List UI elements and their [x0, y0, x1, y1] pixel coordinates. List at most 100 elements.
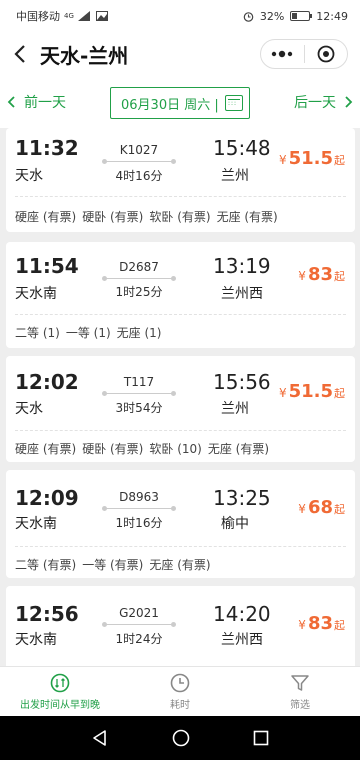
seat-availability: 二等 (有票) 一等 (有票) 无座 (有票)	[15, 556, 211, 573]
trip-duration: 1时24分	[115, 632, 163, 646]
seat-item: 无座 (1)	[116, 326, 162, 340]
tab-label: 耗时	[170, 699, 190, 711]
price-suffix: 起	[334, 270, 345, 283]
train-card[interactable]: 12:02 天水 T117 3时54分 15:56 兰州 ¥51.5 起 硬座 (…	[6, 356, 355, 462]
departure-station: 天水南	[15, 516, 57, 532]
alarm-icon	[243, 11, 254, 22]
price-value: 51.5	[288, 148, 333, 169]
departure-station: 天水	[15, 168, 43, 184]
tab-sort-departure[interactable]: 出发时间从早到晚	[0, 667, 120, 716]
price-suffix: 起	[334, 387, 345, 400]
arrival-time: 15:48	[213, 136, 271, 160]
tab-duration[interactable]: 耗时	[120, 667, 240, 716]
arrival-time: 14:20	[213, 602, 271, 626]
route-line	[102, 159, 176, 164]
train-number: D2687	[119, 260, 159, 274]
price-suffix: 起	[334, 503, 345, 516]
chevron-right-icon	[345, 96, 353, 108]
price: ¥51.5 起	[279, 381, 345, 402]
arrival-time: 15:56	[213, 370, 271, 394]
price-value: 51.5	[288, 381, 333, 402]
train-card[interactable]: 12:56 天水南 G2021 1时24分 14:20 兰州西 ¥83 起	[6, 586, 355, 666]
clock-icon	[170, 673, 190, 692]
card-divider	[15, 430, 346, 431]
price: ¥68 起	[298, 497, 345, 518]
seat-item: 一等 (有票)	[82, 558, 144, 572]
arrival-station: 兰州	[221, 168, 249, 184]
seat-item: 软卧 (10)	[149, 442, 202, 456]
arrival-time: 13:25	[213, 486, 271, 510]
train-number: G2021	[119, 606, 159, 620]
system-nav-bar	[0, 716, 360, 760]
price-value: 68	[307, 497, 333, 518]
carrier-text: 中国移动	[16, 10, 60, 23]
currency-symbol: ¥	[298, 618, 306, 632]
date-bar: 前一天 06月30日 周六 | ::: 后一天	[0, 76, 360, 128]
seat-availability: 硬座 (有票) 硬卧 (有票) 软卧 (有票) 无座 (有票)	[15, 208, 278, 225]
signal-icon	[77, 11, 90, 21]
departure-time: 11:32	[15, 136, 79, 160]
trip-duration: 4时16分	[115, 169, 163, 183]
filter-icon	[291, 674, 309, 691]
departure-time: 12:56	[15, 602, 79, 626]
train-list: 11:32 天水 K1027 4时16分 15:48 兰州 ¥51.5 起 硬座 …	[0, 128, 360, 666]
price-value: 83	[307, 613, 333, 634]
departure-station: 天水南	[15, 286, 57, 302]
departure-time: 12:09	[15, 486, 79, 510]
close-miniprogram-button[interactable]	[305, 40, 348, 68]
currency-symbol: ¥	[298, 269, 306, 283]
clock-sort-icon	[50, 673, 70, 692]
chevron-left-icon	[7, 96, 15, 108]
seat-item: 二等 (有票)	[15, 558, 77, 572]
target-close-icon	[317, 45, 335, 63]
miniprogram-capsule	[260, 39, 348, 69]
arrival-station: 榆中	[221, 516, 249, 532]
train-number: K1027	[119, 143, 159, 157]
departure-time: 12:02	[15, 370, 79, 394]
status-bar: 中国移动 4G 32% 12:49	[0, 0, 360, 32]
more-dots-icon	[272, 50, 293, 58]
image-notification-icon	[95, 11, 108, 21]
back-button[interactable]	[0, 32, 40, 76]
home-circle-icon[interactable]	[172, 729, 190, 747]
arrival-station: 兰州西	[221, 632, 263, 648]
price-suffix: 起	[334, 619, 345, 632]
departure-station: 天水	[15, 401, 43, 417]
price: ¥51.5 起	[279, 148, 345, 169]
battery-icon	[290, 11, 313, 21]
back-triangle-icon[interactable]	[91, 729, 109, 747]
currency-symbol: ¥	[278, 386, 287, 400]
prev-day-label: 前一天	[24, 95, 66, 111]
calendar-icon: :::	[225, 95, 243, 111]
train-number: D8963	[119, 490, 159, 504]
route-line	[102, 506, 176, 511]
date-label: 06月30日 周六 |	[121, 97, 219, 113]
prev-day-button[interactable]: 前一天	[6, 92, 66, 112]
train-card[interactable]: 12:09 天水南 D8963 1时16分 13:25 榆中 ¥68 起 二等 (…	[6, 470, 355, 578]
train-card[interactable]: 11:54 天水南 D2687 1时25分 13:19 兰州西 ¥83 起 二等 …	[6, 242, 355, 348]
page-title: 天水-兰州	[40, 43, 129, 68]
price-value: 83	[307, 264, 333, 285]
trip-duration: 1时25分	[115, 285, 163, 299]
tab-filter[interactable]: 筛选	[240, 667, 360, 716]
battery-percent: 32%	[259, 9, 285, 23]
next-day-button[interactable]: 后一天	[294, 92, 354, 112]
recents-square-icon[interactable]	[253, 730, 269, 746]
seat-item: 无座 (有票)	[207, 442, 270, 456]
arrival-station: 兰州西	[221, 286, 263, 302]
arrival-time: 13:19	[213, 254, 271, 278]
route-line	[102, 276, 176, 281]
train-card[interactable]: 11:32 天水 K1027 4时16分 15:48 兰州 ¥51.5 起 硬座 …	[6, 128, 355, 232]
date-picker[interactable]: 06月30日 周六 | :::	[110, 87, 250, 119]
more-button[interactable]	[261, 40, 304, 68]
seat-item: 无座 (有票)	[149, 558, 211, 572]
trip-duration: 1时16分	[115, 516, 163, 530]
tab-label: 筛选	[290, 699, 310, 711]
currency-symbol: ¥	[278, 153, 287, 167]
seat-item: 硬卧 (有票)	[82, 442, 144, 456]
seat-availability: 硬座 (有票) 硬卧 (有票) 软卧 (10) 无座 (有票)	[15, 440, 269, 457]
route-line	[102, 622, 176, 627]
departure-time: 11:54	[15, 254, 79, 278]
seat-item: 二等 (1)	[15, 326, 60, 340]
seat-item: 软卧 (有票)	[149, 210, 211, 224]
